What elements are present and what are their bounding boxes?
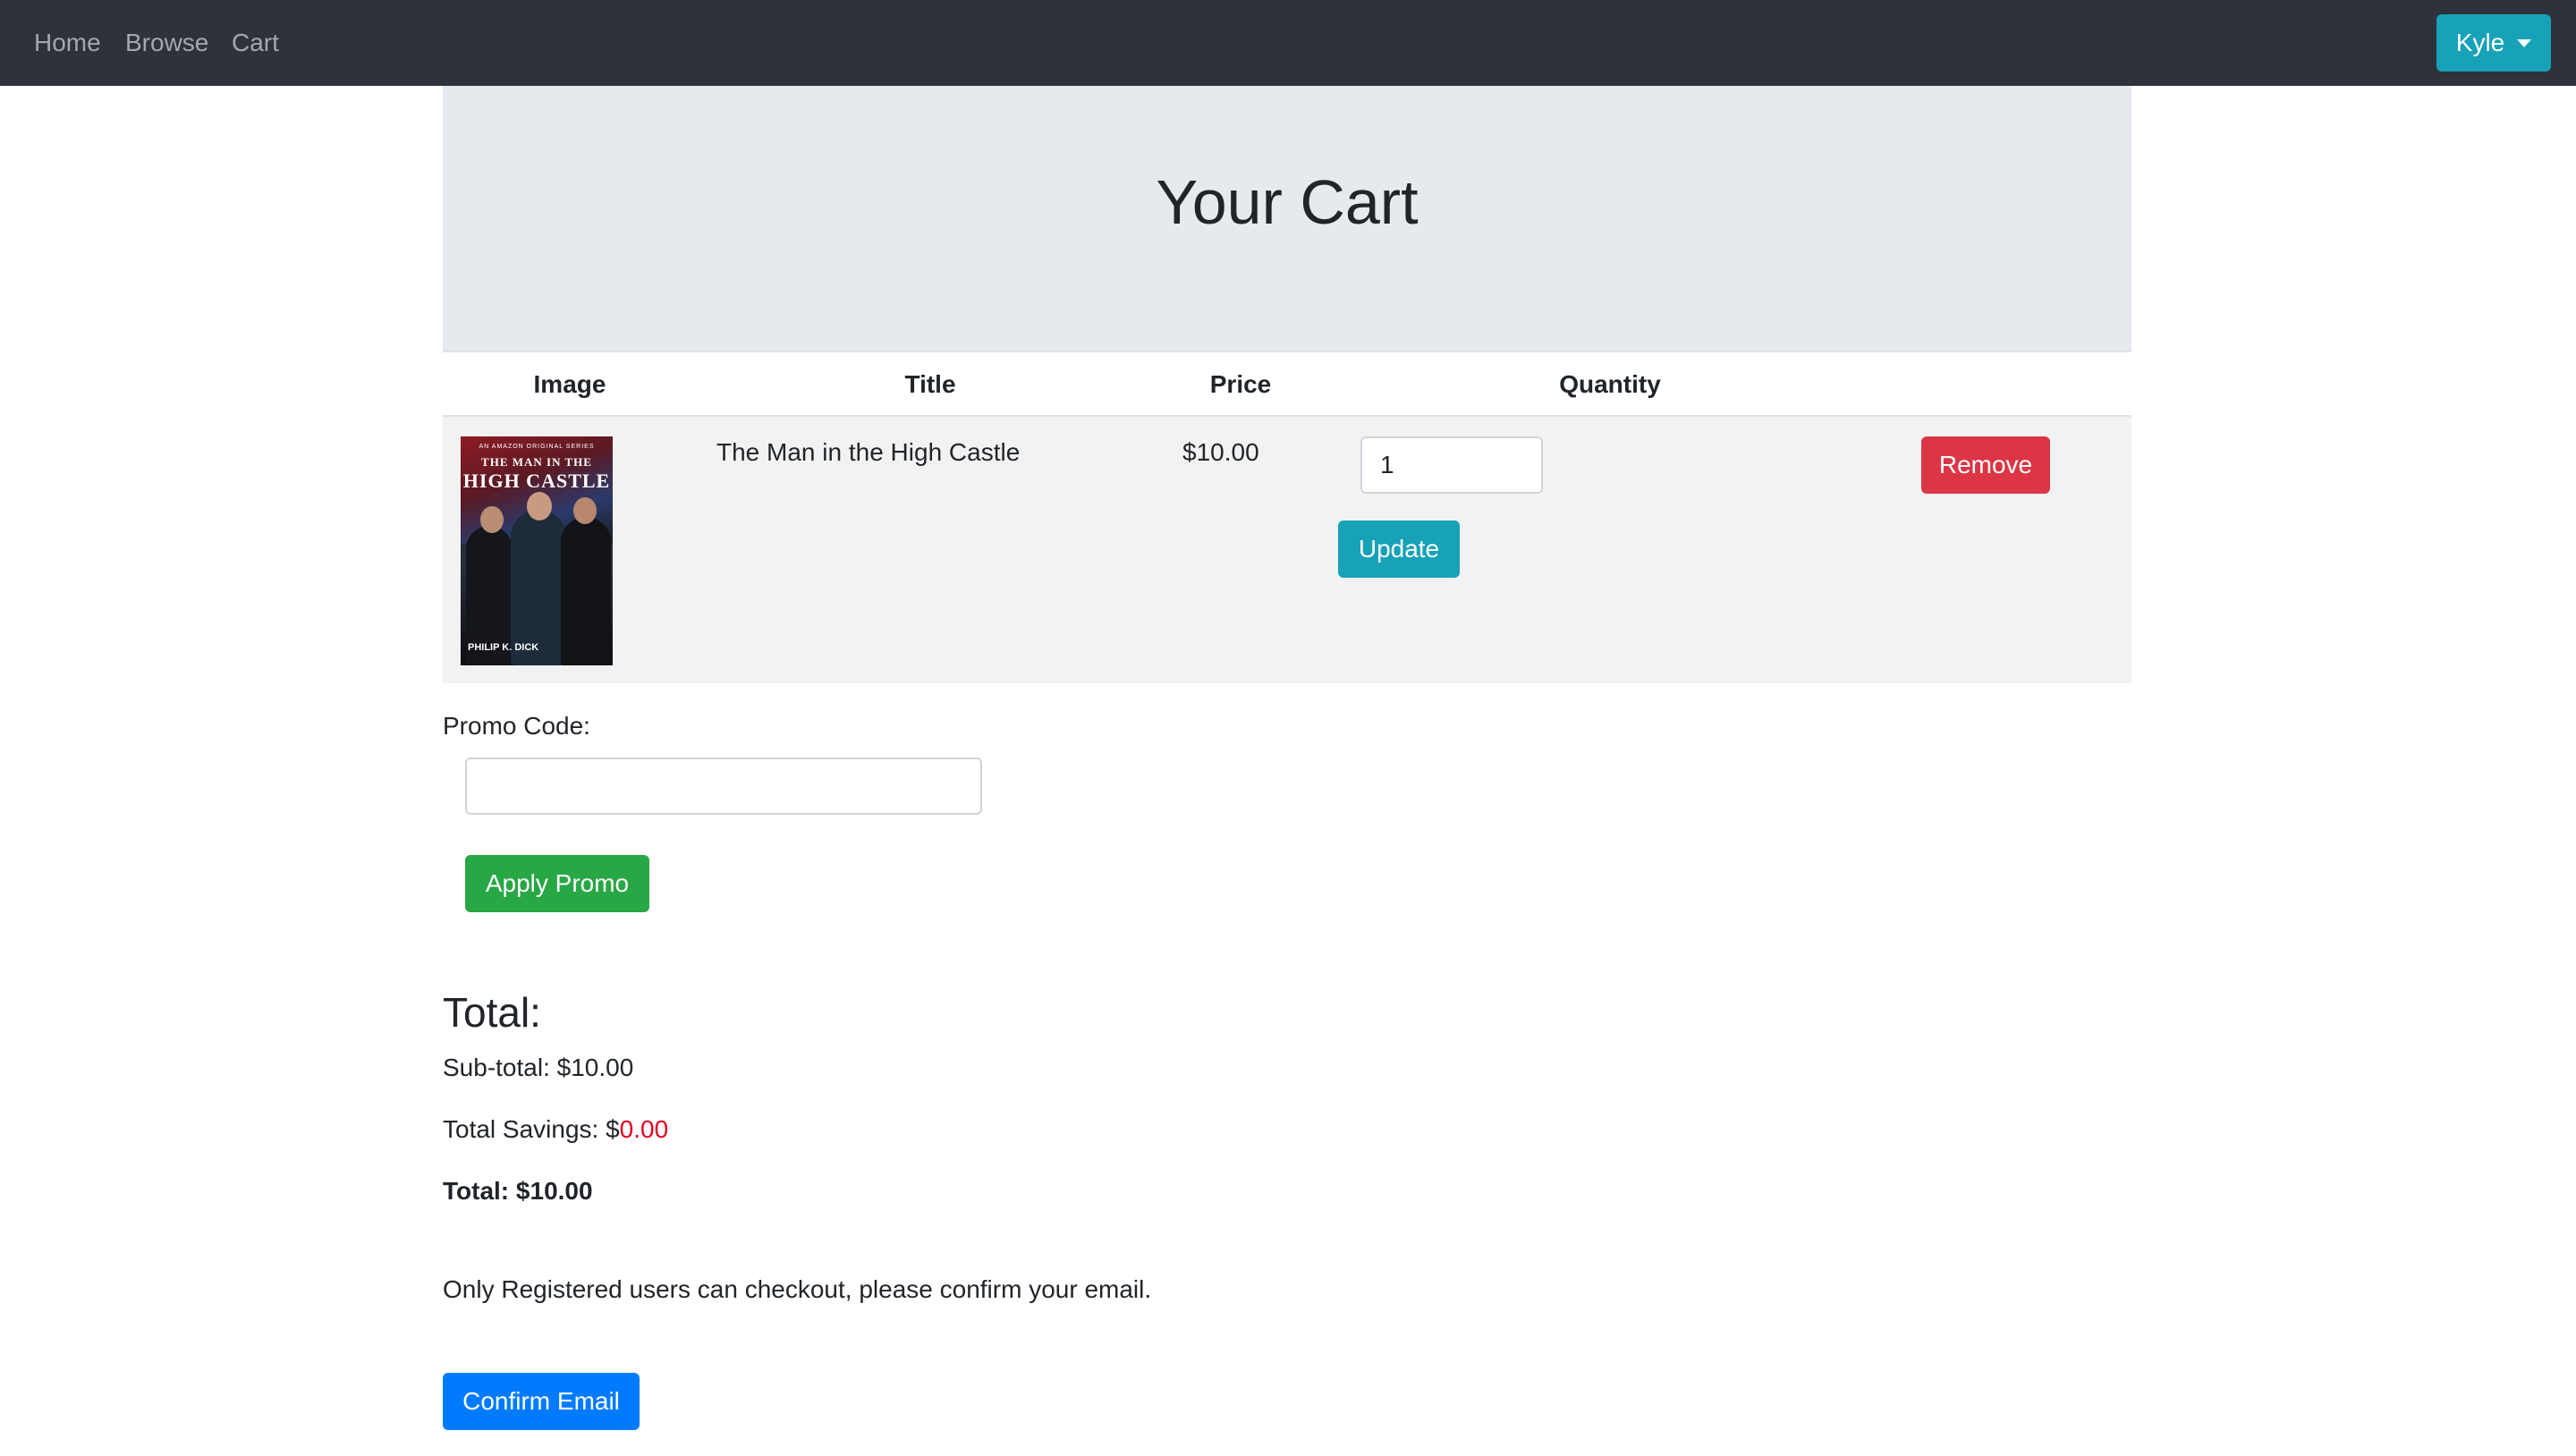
confirm-email-button[interactable]: Confirm Email (443, 1373, 640, 1430)
subtotal-value: $10.00 (556, 1054, 634, 1081)
page-header: Your Cart (443, 86, 2131, 351)
column-header-image: Image (533, 370, 606, 398)
nav-link-cart[interactable]: Cart (232, 25, 279, 61)
savings-label: Total Savings: $ (443, 1115, 620, 1143)
quantity-input[interactable] (1360, 436, 1543, 494)
promo-code-input[interactable] (465, 758, 982, 815)
column-header-title: Title (904, 370, 956, 398)
savings-value: 0.00 (619, 1115, 669, 1143)
caret-down-icon (2517, 38, 2532, 47)
poster-title-line2: HIGH CASTLE (462, 470, 611, 492)
subtotal-line: Sub-total: $10.00 (443, 1052, 633, 1084)
total-value: $10.00 (515, 1177, 593, 1205)
poster-top-text: AN AMAZON ORIGINAL SERIES (479, 444, 595, 450)
totals-heading: Total: (443, 989, 541, 1036)
poster-title-line1: THE MAN IN THE (481, 455, 592, 469)
promo-code-label: Promo Code: (443, 712, 590, 740)
page-title: Your Cart (1156, 167, 1419, 237)
nav-link-home[interactable]: Home (34, 25, 101, 61)
remove-button[interactable]: Remove (1921, 436, 2050, 494)
subtotal-label: Sub-total: (443, 1054, 557, 1081)
item-title: The Man in the High Castle (716, 438, 1021, 466)
update-button[interactable]: Update (1338, 521, 1460, 578)
column-header-quantity: Quantity (1559, 370, 1661, 398)
apply-promo-button[interactable]: Apply Promo (465, 855, 649, 912)
total-label: Total: (443, 1177, 516, 1205)
user-menu-button[interactable]: Kyle (2436, 14, 2551, 72)
user-name: Kyle (2455, 29, 2505, 56)
navbar: Home Browse Cart Kyle (0, 0, 2576, 86)
table-row: AN AMAZON ORIGINAL SERIES THE MAN IN THE… (443, 417, 2131, 683)
nav-link-browse[interactable]: Browse (125, 25, 208, 61)
column-header-price: Price (1209, 370, 1272, 398)
checkout-message: Only Registered users can checkout, plea… (443, 1275, 1152, 1303)
cart-table-header: Image Title Price Quantity (443, 351, 2131, 417)
savings-line: Total Savings: $0.00 (443, 1113, 668, 1146)
total-line: Total: $10.00 (443, 1175, 593, 1207)
poster-author: PHILIP K. DICK (468, 642, 539, 653)
product-image: AN AMAZON ORIGINAL SERIES THE MAN IN THE… (461, 436, 613, 665)
item-price: $10.00 (1182, 438, 1259, 466)
